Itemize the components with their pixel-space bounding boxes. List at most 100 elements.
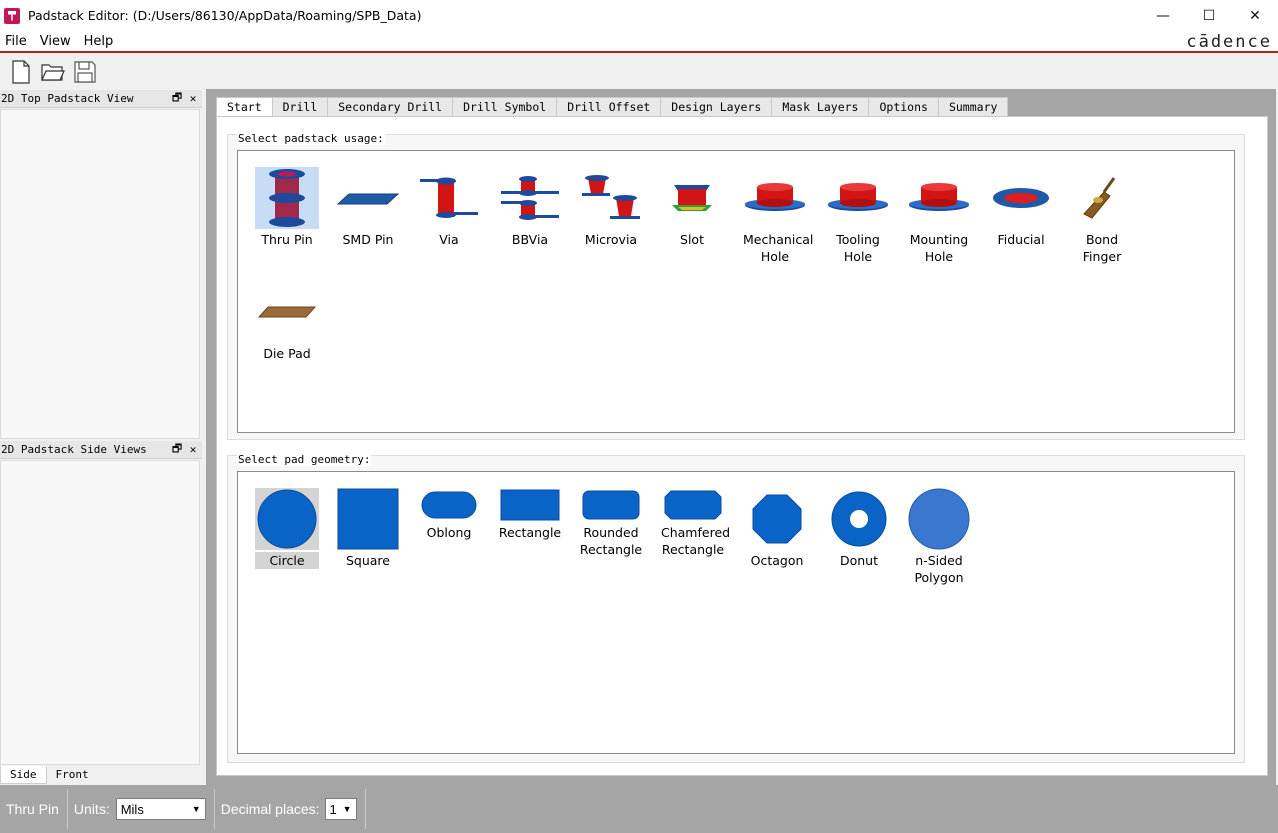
menu-bar: File View Help cādence [0,31,1278,53]
mounting-hole-icon [907,167,971,229]
status-bar: Thru Pin Units: Mils ▼ Decimal places: 1… [0,785,1278,833]
geometry-n-sided-polygon[interactable]: n-Sided Polygon [899,488,979,586]
maximize-button[interactable]: ☐ [1186,0,1232,31]
mechanical-hole-icon [743,167,807,229]
usage-mounting-hole[interactable]: Mounting Hole [899,167,979,265]
die-pad-icon [255,281,319,343]
tab-side[interactable]: Side [0,766,47,784]
microvia-icon [579,167,643,229]
usage-label: Fiducial [997,232,1045,247]
usage-fiducial[interactable]: Fiducial [981,167,1061,248]
close-icon[interactable]: ✕ [186,443,200,456]
editor-area: Start Drill Secondary Drill Drill Symbol… [214,89,1276,785]
usage-label: Via [439,232,459,247]
geometry-label: Square [345,553,390,568]
minimize-button[interactable]: — [1140,0,1186,31]
tab-summary[interactable]: Summary [937,97,1009,116]
usage-label: BBVia [511,232,549,247]
geometry-label: Chamfered Rectangle [661,525,731,557]
usage-thru-pin[interactable]: Thru Pin [247,167,327,248]
geometry-circle[interactable]: Circle [247,488,327,569]
tab-front[interactable]: Front [47,766,98,784]
bond-finger-icon [1070,167,1134,229]
slot-icon [660,167,724,229]
geometry-chamfered-rectangle[interactable]: Chamfered Rectangle [653,488,733,558]
tab-mask-layers[interactable]: Mask Layers [771,97,870,116]
tab-secondary-drill[interactable]: Secondary Drill [327,97,454,116]
geometry-donut[interactable]: Donut [819,488,899,569]
new-file-icon[interactable] [8,59,34,85]
usage-bbvia[interactable]: BBVia [490,167,570,248]
n-sided-polygon-icon [907,488,971,550]
usage-slot[interactable]: Slot [652,167,732,248]
window-controls: — ☐ ✕ [1140,0,1278,31]
close-button[interactable]: ✕ [1232,0,1278,31]
geometry-label: Circle [255,552,319,569]
pane-splitter[interactable] [206,89,214,785]
usage-tooling-hole[interactable]: Tooling Hole [818,167,898,265]
geometry-oblong[interactable]: Oblong [409,488,489,541]
status-usage-text: Thru Pin [6,801,59,817]
units-select[interactable]: Mils ▼ [115,798,206,820]
menu-help[interactable]: Help [79,34,122,49]
menu-view[interactable]: View [35,34,79,49]
circle-icon [255,488,319,550]
fiducial-icon [989,167,1053,229]
usage-via[interactable]: Via [409,167,489,248]
usage-group: Select padstack usage: Thru Pin SMD Pin … [227,132,1245,440]
title-bar: Padstack Editor: (D:/Users/86130/AppData… [0,0,1278,31]
geometry-octagon[interactable]: Octagon [737,488,817,569]
float-icon[interactable]: 🗗 [170,440,184,459]
menu-file[interactable]: File [0,34,35,49]
editor-tabs: Start Drill Secondary Drill Drill Symbol… [216,97,1009,117]
chamfered-rectangle-icon [661,488,725,522]
side-view-header: 2D Padstack Side Views 🗗 ✕ [0,441,202,459]
smd-pin-icon [336,167,400,229]
usage-choices: Thru Pin SMD Pin Via BBVia Microvia Slot… [237,150,1235,433]
side-view-canvas[interactable] [0,460,200,765]
usage-label: Mechanical Hole [743,232,814,264]
usage-die-pad[interactable]: Die Pad [247,281,327,362]
save-icon[interactable] [72,59,98,85]
geometry-label: Rounded Rectangle [579,525,643,557]
tab-drill-symbol[interactable]: Drill Symbol [452,97,558,116]
usage-label: Mounting Hole [909,232,969,264]
decimal-select[interactable]: 1 ▼ [324,798,357,820]
chevron-down-icon: ▼ [191,804,201,814]
chevron-down-icon: ▼ [342,804,352,814]
units-label: Units: [73,801,110,817]
tab-options[interactable]: Options [868,97,939,116]
usage-mechanical-hole[interactable]: Mechanical Hole [735,167,815,265]
tab-start[interactable]: Start [216,97,273,117]
square-icon [336,488,400,550]
geometry-group-label: Select pad geometry: [237,453,372,466]
side-view-title: 2D Padstack Side Views [1,443,147,456]
geometry-label: Donut [839,553,879,568]
geometry-rounded-rectangle[interactable]: Rounded Rectangle [571,488,651,558]
top-view-title: 2D Top Padstack View [1,92,134,105]
usage-label: Bond Finger [1082,232,1122,264]
app-icon [4,7,20,24]
tab-drill[interactable]: Drill [271,97,329,116]
window-title: Padstack Editor: (D:/Users/86130/AppData… [28,8,422,23]
decimal-label: Decimal places: [220,801,320,817]
tab-design-layers[interactable]: Design Layers [660,97,773,116]
geometry-label: Oblong [426,525,472,540]
geometry-label: Octagon [750,553,804,568]
top-view-canvas[interactable] [0,109,200,439]
tab-drill-offset[interactable]: Drill Offset [556,97,662,116]
usage-bond-finger[interactable]: Bond Finger [1062,167,1142,265]
float-icon[interactable]: 🗗 [170,89,184,108]
geometry-square[interactable]: Square [328,488,408,569]
usage-microvia[interactable]: Microvia [571,167,651,248]
bbvia-icon [498,167,562,229]
usage-smd-pin[interactable]: SMD Pin [328,167,408,248]
open-folder-icon[interactable] [40,59,66,85]
oblong-icon [417,488,481,522]
left-dock: 2D Top Padstack View 🗗 ✕ 2D Padstack Sid… [0,89,206,785]
geometry-group: Select pad geometry: Circle Square Oblon… [227,453,1245,763]
via-icon [417,167,481,229]
geometry-rectangle[interactable]: Rectangle [490,488,570,541]
decimal-value: 1 [329,801,337,817]
close-icon[interactable]: ✕ [186,92,200,105]
